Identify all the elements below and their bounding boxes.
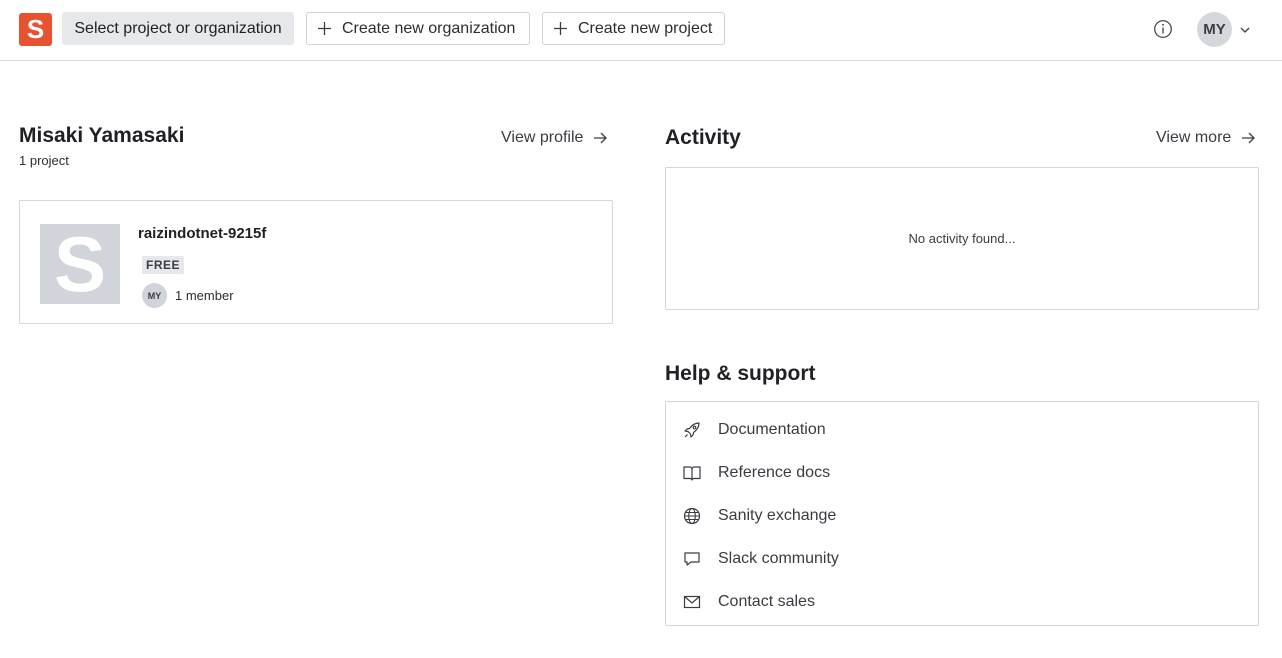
avatar-initials: MY <box>1203 21 1226 38</box>
rocket-icon <box>684 421 700 438</box>
chevron-down-icon[interactable] <box>1239 24 1251 36</box>
member-avatar: MY <box>142 283 167 308</box>
activity-empty-text: No activity found... <box>908 231 1016 246</box>
member-count: 1 member <box>175 288 234 303</box>
help-item-label: Documentation <box>718 420 826 438</box>
comment-icon <box>684 551 700 566</box>
view-more-link[interactable]: View more <box>1156 129 1256 147</box>
help-item-slack-community[interactable]: Slack community <box>666 537 1258 580</box>
help-panel: Documentation Reference docs Sanity exch… <box>665 401 1259 626</box>
plus-icon <box>554 22 567 35</box>
member-initials: MY <box>147 290 162 301</box>
project-card[interactable]: S raizindotnet-9215f FREE MY 1 member <box>19 200 613 324</box>
user-avatar[interactable]: MY <box>1197 12 1232 47</box>
plus-icon <box>318 22 331 35</box>
create-project-label: Create new project <box>578 19 713 37</box>
logo-letter: S <box>26 14 45 44</box>
arrow-right-icon <box>594 132 608 144</box>
create-organization-button[interactable]: Create new organization <box>306 12 530 45</box>
help-item-documentation[interactable]: Documentation <box>666 408 1258 451</box>
globe-icon <box>683 507 701 524</box>
user-name: Misaki Yamasaki <box>19 124 185 147</box>
arrow-right-icon <box>1242 132 1256 144</box>
plan-badge: FREE <box>142 256 185 274</box>
help-item-label: Contact sales <box>718 592 815 610</box>
create-project-button[interactable]: Create new project <box>542 12 725 45</box>
project-count: 1 project <box>19 153 69 168</box>
create-organization-label: Create new organization <box>342 19 516 37</box>
sanity-logo[interactable]: S <box>19 13 52 46</box>
view-profile-label: View profile <box>501 129 584 146</box>
book-icon <box>683 465 701 481</box>
select-project-label: Select project or organization <box>74 19 282 37</box>
help-item-label: Reference docs <box>718 463 831 481</box>
help-item-label: Sanity exchange <box>718 506 837 524</box>
select-project-button[interactable]: Select project or organization <box>62 12 294 45</box>
project-name: raizindotnet-9215f <box>138 225 267 242</box>
help-item-reference-docs[interactable]: Reference docs <box>666 451 1258 494</box>
project-thumbnail: S <box>40 220 120 308</box>
activity-title: Activity <box>665 126 741 149</box>
help-title: Help & support <box>665 362 816 385</box>
help-item-sanity-exchange[interactable]: Sanity exchange <box>666 494 1258 537</box>
info-icon[interactable] <box>1153 19 1173 39</box>
top-bar: S Select project or organization Create … <box>0 0 1282 61</box>
activity-panel: No activity found... <box>665 167 1259 310</box>
help-item-label: Slack community <box>718 549 839 567</box>
help-item-contact-sales[interactable]: Contact sales <box>666 580 1258 623</box>
view-more-label: View more <box>1156 129 1232 146</box>
project-thumb-letter: S <box>53 219 107 308</box>
envelope-icon <box>683 595 701 608</box>
view-profile-link[interactable]: View profile <box>501 129 608 147</box>
